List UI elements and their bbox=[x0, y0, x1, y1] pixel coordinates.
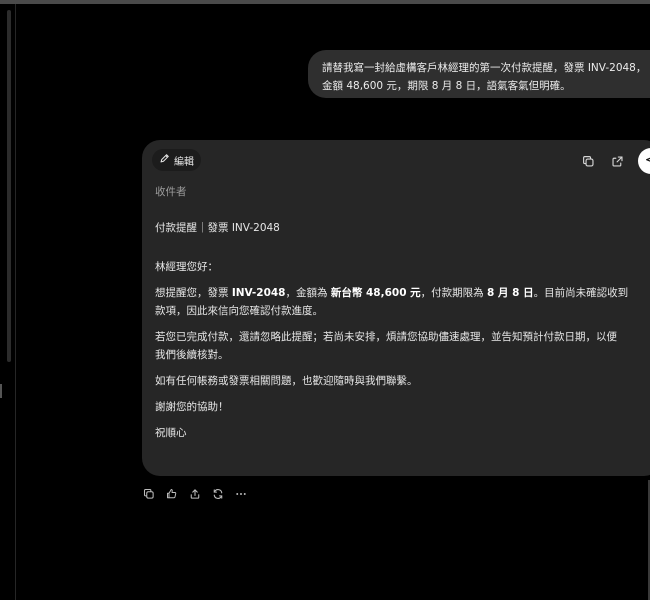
user-message-line-2: 金額 48,600 元，期限 8 月 8 日，語氣客氣但明確。 bbox=[322, 80, 571, 92]
email-paragraph-4: 謝謝您的協助！ bbox=[155, 401, 229, 413]
copy-icon[interactable] bbox=[580, 153, 596, 169]
email-paragraph-1: 想提醒您，發票 INV-2048，金額為 新台幣 48,600 元，付款期限為 … bbox=[155, 287, 629, 317]
thumbs-icon[interactable] bbox=[165, 487, 179, 501]
email-paragraph-2: 若您已完成付款，還請忽略此提醒；若尚未安排，煩請您協助儘速處理，並告知預計付款日… bbox=[155, 331, 617, 361]
user-message-line-1: 請替我寫一封給虛構客戶林經理的第一次付款提醒，發票 INV-2048， bbox=[322, 62, 647, 74]
invoice-amount: 新台幣 48,600 元 bbox=[330, 287, 421, 299]
email-closing: 祝順心 bbox=[155, 427, 187, 439]
sidebar-handle[interactable] bbox=[0, 384, 2, 398]
message-actions bbox=[142, 487, 248, 501]
send-icon bbox=[645, 152, 650, 171]
send-button[interactable] bbox=[638, 148, 650, 174]
sidebar-scrollbar[interactable] bbox=[7, 10, 11, 362]
copy-icon[interactable] bbox=[142, 487, 156, 501]
card-actions bbox=[580, 148, 650, 174]
share-icon[interactable] bbox=[188, 487, 202, 501]
recipient-field-label[interactable]: 收件者 bbox=[155, 184, 187, 199]
pencil-icon bbox=[159, 153, 170, 167]
email-greeting: 林經理您好： bbox=[155, 261, 218, 273]
due-date: 8 月 8 日 bbox=[487, 287, 534, 299]
edit-button[interactable]: 編輯 bbox=[152, 149, 201, 171]
email-draft-card: 編輯 收件者 付款提醒｜發票 INV-2048 林經理您好： 想提醒您，發票 I… bbox=[142, 140, 650, 476]
sidebar-rail bbox=[0, 4, 16, 600]
external-link-icon[interactable] bbox=[609, 153, 625, 169]
email-subject: 付款提醒｜發票 INV-2048 bbox=[155, 222, 280, 234]
window-top-border bbox=[0, 0, 650, 4]
email-body: 林經理您好： 想提醒您，發票 INV-2048，金額為 新台幣 48,600 元… bbox=[155, 258, 650, 450]
email-paragraph-3: 如有任何帳務或發票相關問題，也歡迎隨時與我們聯繫。 bbox=[155, 375, 418, 387]
edit-button-label: 編輯 bbox=[174, 156, 194, 168]
user-message-bubble: 請替我寫一封給虛構客戶林經理的第一次付款提醒，發票 INV-2048， 金額 4… bbox=[308, 50, 650, 98]
more-icon[interactable] bbox=[234, 487, 248, 501]
regenerate-icon[interactable] bbox=[211, 487, 225, 501]
invoice-number: INV-2048 bbox=[231, 287, 286, 299]
